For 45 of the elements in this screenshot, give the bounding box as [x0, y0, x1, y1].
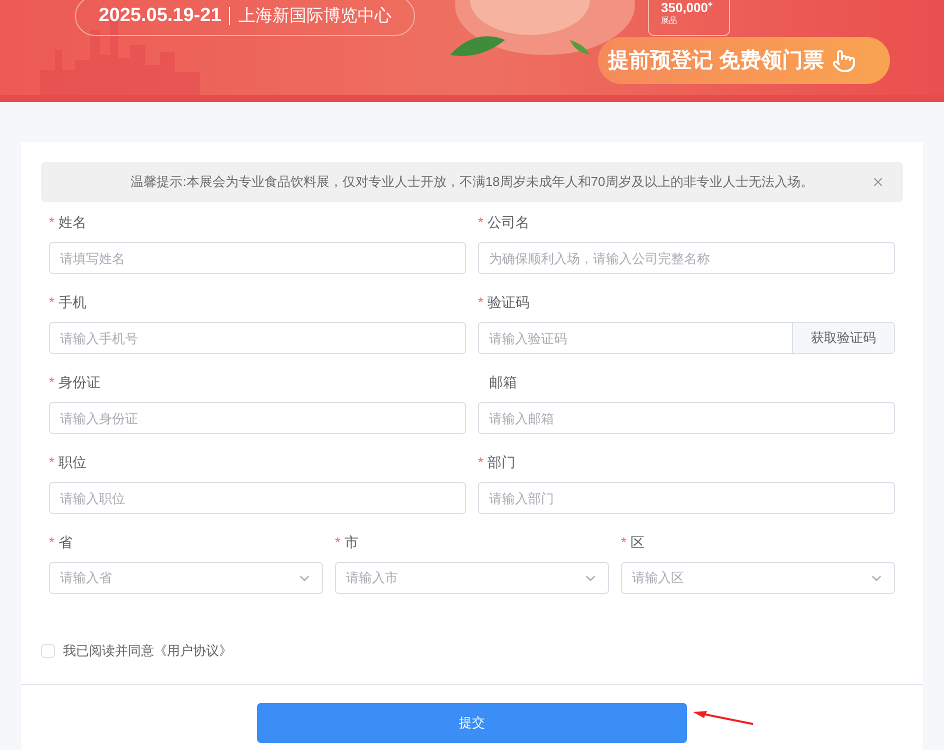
field-label: 职位 [58, 452, 86, 472]
select-field[interactable]: 请输入市 [335, 562, 609, 594]
select-field[interactable]: 请输入省 [49, 562, 323, 594]
pointing-arrow-icon [691, 711, 755, 725]
field-label: 部门 [487, 452, 516, 472]
agreement-label[interactable]: 我已阅读并同意《用户协议》 [63, 641, 232, 661]
input-field[interactable]: 请输入邮箱 [478, 402, 895, 434]
field-label: 省 [58, 532, 72, 552]
select-field[interactable]: 请输入区 [621, 562, 895, 594]
pointer-hand-icon [832, 48, 856, 72]
required-asterisk: * [478, 292, 484, 312]
field-label: 市 [344, 532, 358, 552]
field-label: 手机 [58, 292, 86, 312]
stat-label: 展品 [661, 16, 678, 26]
register-banner-button[interactable]: 提前预登记 免费领门票 [598, 37, 890, 84]
required-asterisk: * [49, 372, 54, 392]
field-label: 区 [630, 532, 644, 552]
required-asterisk: * [478, 212, 484, 232]
stat-value: 350,000⁺ [661, 0, 714, 16]
input-field[interactable]: 请输入身份证 [49, 402, 466, 434]
input-field[interactable]: 请输入职位 [49, 482, 466, 514]
input-field[interactable]: 为确保顺利入场，请输入公司完整名称 [478, 242, 895, 274]
event-venue: 上海新国际博览中心 [238, 5, 392, 28]
required-asterisk: * [478, 452, 484, 472]
close-icon[interactable] [871, 175, 885, 189]
notice-text: 温馨提示:本展会为专业食品饮料展，仅对专业人士开放，不满18周岁未成年人和70周岁及以上的非专业人士无法入场。 [130, 173, 814, 192]
input-field[interactable]: 请输入手机号 [49, 322, 466, 354]
required-asterisk: * [49, 452, 54, 472]
required-asterisk: * [621, 532, 626, 552]
field-label: 身份证 [58, 372, 100, 392]
required-asterisk: * [49, 532, 54, 552]
required-asterisk: * [49, 212, 54, 232]
submit-button[interactable]: 提交 [257, 703, 687, 743]
input-field[interactable]: 请填写姓名 [49, 242, 466, 274]
field-label: 邮箱 [489, 372, 517, 392]
get-code-button[interactable]: 获取验证码 [792, 323, 894, 353]
field-label: 姓名 [58, 212, 86, 232]
input-field[interactable]: 请输入部门 [478, 482, 895, 514]
agreement-checkbox[interactable] [41, 644, 55, 658]
event-date: 2025.05.19-21 [98, 4, 222, 28]
required-asterisk: * [335, 532, 340, 552]
field-label: 公司名 [487, 212, 530, 232]
code-field[interactable]: 请输入验证码 获取验证码 [478, 322, 895, 354]
field-label: 验证码 [487, 292, 530, 312]
required-asterisk: * [49, 292, 54, 312]
